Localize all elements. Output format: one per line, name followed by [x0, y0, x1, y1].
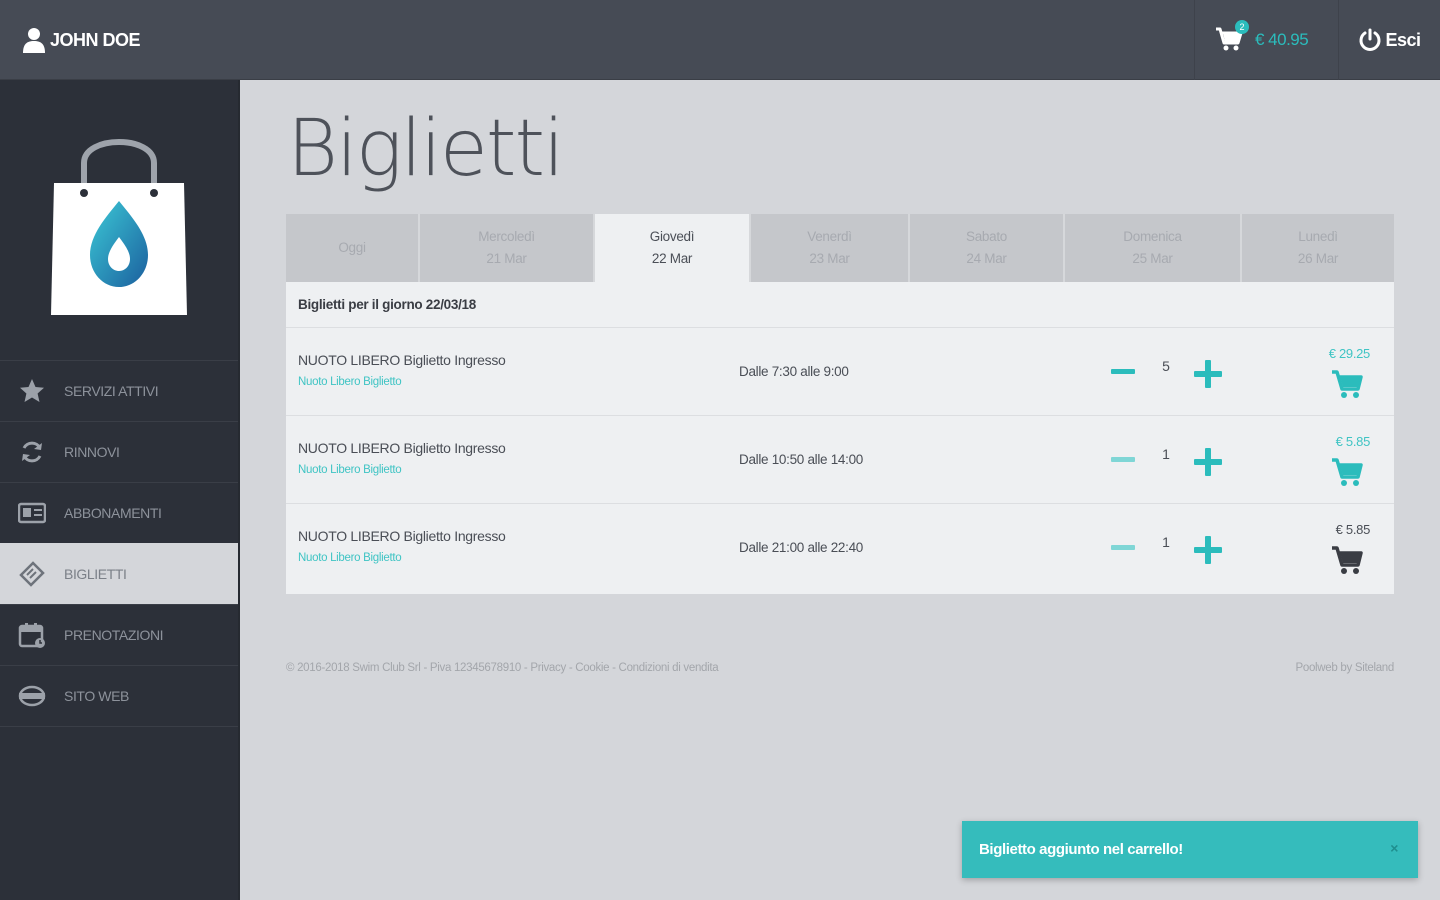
minus-icon	[1111, 456, 1135, 462]
day-header: Biglietti per il giorno 22/03/18	[286, 282, 1394, 328]
star-icon	[18, 377, 46, 405]
ticket-time: Dalle 10:50 alle 14:00	[739, 452, 863, 467]
tab-date: 26 Mar	[1297, 251, 1339, 266]
sidebar-item-servizi-attivi[interactable]: SERVIZI ATTIVI	[0, 360, 238, 421]
decrease-quantity-button[interactable]	[1111, 454, 1135, 464]
ticket-row: NUOTO LIBERO Biglietto Ingresso Nuoto Li…	[286, 328, 1394, 416]
sidebar-item-label: BIGLIETTI	[64, 566, 127, 582]
increase-quantity-button[interactable]	[1192, 358, 1224, 390]
tab-day: Domenica	[1123, 229, 1182, 244]
sidebar-item-label: SITO WEB	[64, 688, 129, 704]
tab-date: 23 Mar	[809, 251, 850, 266]
ticket-price: € 5.85	[1335, 434, 1371, 449]
tab-day: Mercoledì	[478, 229, 535, 244]
user-menu[interactable]: JOHN DOE	[22, 26, 141, 54]
tab-giovedi[interactable]: Giovedì 22 Mar	[595, 214, 751, 282]
notification-toast: Biglietto aggiunto nel carrello! ×	[962, 821, 1418, 878]
day-tabs: Oggi Mercoledì 21 Mar Giovedì 22 Mar Ven…	[286, 214, 1394, 282]
decrease-quantity-button[interactable]	[1111, 366, 1135, 376]
sidebar-item-rinnovi[interactable]: RINNOVI	[0, 421, 238, 482]
sidebar-item-label: RINNOVI	[64, 444, 120, 460]
logout-button[interactable]: Esci	[1338, 0, 1440, 80]
sidebar-item-label: ABBONAMENTI	[64, 505, 162, 521]
calendar-icon	[18, 621, 46, 649]
decrease-quantity-button[interactable]	[1111, 542, 1135, 552]
sidebar-item-biglietti[interactable]: BIGLIETTI	[0, 543, 238, 604]
cart-icon	[1332, 458, 1363, 486]
sidebar: SERVIZI ATTIVI RINNOVI ABBONAMENTI BIGLI…	[0, 80, 240, 900]
sidebar-item-label: PRENOTAZIONI	[64, 627, 164, 643]
minus-icon	[1111, 544, 1135, 550]
ticket-subtitle: Nuoto Libero Biglietto	[298, 552, 402, 564]
logo	[0, 80, 238, 360]
add-to-cart-button[interactable]	[1330, 544, 1364, 576]
tickets-card: Oggi Mercoledì 21 Mar Giovedì 22 Mar Ven…	[286, 214, 1394, 594]
tab-date: 24 Mar	[966, 251, 1007, 266]
user-icon	[23, 28, 45, 53]
tab-date: 25 Mar	[1132, 251, 1173, 266]
globe-icon	[18, 682, 46, 710]
ticket-quantity: 1	[1162, 446, 1170, 462]
ticket-time: Dalle 21:00 alle 22:40	[739, 540, 863, 555]
tab-day: Venerdì	[807, 229, 852, 244]
logout-label: Esci	[1385, 29, 1421, 50]
cart-button[interactable]: 2 € 40.95	[1194, 0, 1338, 80]
increase-quantity-button[interactable]	[1192, 446, 1224, 478]
tab-sabato[interactable]: Sabato 24 Mar	[910, 214, 1065, 282]
ticket-title: NUOTO LIBERO Biglietto Ingresso	[298, 352, 506, 368]
power-icon	[1360, 28, 1381, 51]
tab-day: Lunedì	[1298, 229, 1338, 244]
tab-date: 21 Mar	[486, 251, 527, 266]
refresh-icon	[18, 438, 46, 466]
tab-domenica[interactable]: Domenica 25 Mar	[1065, 214, 1242, 282]
tab-date: 22 Mar	[651, 251, 693, 266]
tab-venerdi[interactable]: Venerdì 23 Mar	[751, 214, 910, 282]
tab-oggi[interactable]: Oggi	[286, 214, 420, 282]
shopping-bag-logo-icon	[51, 139, 187, 315]
top-bar: JOHN DOE 2 € 40.95 Esci	[0, 0, 1440, 80]
ticket-title: NUOTO LIBERO Biglietto Ingresso	[298, 440, 506, 456]
ticket-row: NUOTO LIBERO Biglietto Ingresso Nuoto Li…	[286, 504, 1394, 592]
ticket-time: Dalle 7:30 alle 9:00	[739, 364, 849, 379]
minus-icon	[1111, 368, 1135, 374]
cart-count-badge: 2	[1235, 20, 1249, 34]
sidebar-item-sito-web[interactable]: SITO WEB	[0, 665, 238, 726]
id-card-icon	[18, 499, 46, 527]
ticket-row: NUOTO LIBERO Biglietto Ingresso Nuoto Li…	[286, 416, 1394, 504]
ticket-price: € 29.25	[1328, 346, 1371, 361]
toast-message: Biglietto aggiunto nel carrello!	[979, 841, 1183, 858]
user-name: JOHN DOE	[50, 29, 141, 50]
increase-quantity-button[interactable]	[1192, 534, 1224, 566]
tab-mercoledi[interactable]: Mercoledì 21 Mar	[420, 214, 595, 282]
ticket-subtitle: Nuoto Libero Biglietto	[298, 376, 402, 388]
tab-day: Giovedì	[649, 229, 695, 244]
page-title: Biglietti	[287, 104, 565, 194]
ticket-title: NUOTO LIBERO Biglietto Ingresso	[298, 528, 506, 544]
sidebar-item-label: SERVIZI ATTIVI	[64, 383, 159, 399]
tab-lunedi[interactable]: Lunedì 26 Mar	[1242, 214, 1394, 282]
add-to-cart-button[interactable]	[1330, 456, 1364, 488]
sidebar-item-abbonamenti[interactable]: ABBONAMENTI	[0, 482, 238, 543]
tab-day: Oggi	[338, 240, 366, 255]
sidebar-item-prenotazioni[interactable]: PRENOTAZIONI	[0, 604, 238, 665]
footer-copyright: © 2016-2018 Swim Club Srl - Piva 1234567…	[286, 662, 719, 674]
ticket-quantity: 5	[1162, 358, 1170, 374]
footer-credit[interactable]: Poolweb by Siteland	[1270, 662, 1394, 674]
tab-day: Sabato	[966, 229, 1007, 244]
cart-icon	[1332, 546, 1363, 574]
close-icon[interactable]: ×	[1390, 840, 1398, 856]
ticket-subtitle: Nuoto Libero Biglietto	[298, 464, 402, 476]
cart-total: € 40.95	[1255, 30, 1309, 49]
add-to-cart-button[interactable]	[1330, 368, 1364, 400]
ticket-icon	[18, 560, 46, 588]
ticket-quantity: 1	[1162, 534, 1170, 550]
ticket-price: € 5.85	[1335, 522, 1371, 537]
cart-icon	[1332, 370, 1363, 398]
